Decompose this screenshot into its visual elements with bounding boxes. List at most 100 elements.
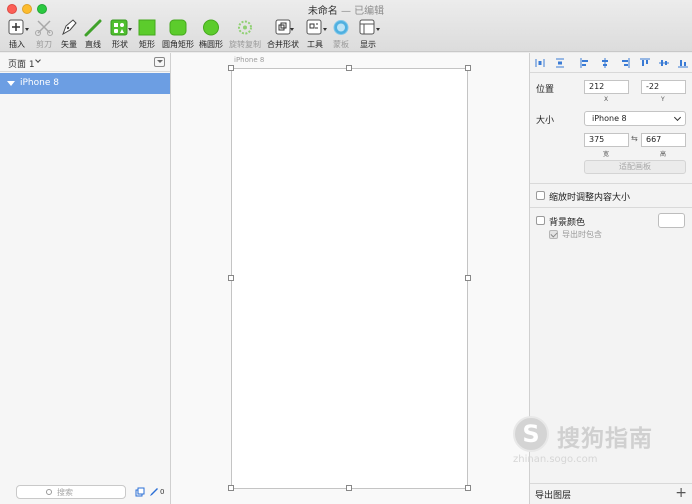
tools-label: 工具 <box>307 40 323 49</box>
oval-button[interactable]: 椭圆形 <box>197 19 225 51</box>
tools-icon <box>306 19 322 35</box>
resize-handle-top-left[interactable] <box>228 65 234 71</box>
distribute-horizontal-icon[interactable] <box>535 58 545 68</box>
window-title: 未命名 — 已编辑 <box>0 2 692 17</box>
watermark: S 搜狗指南 zhinan.sogo.com <box>510 416 685 466</box>
position-y-field[interactable]: -22 <box>641 80 686 94</box>
sogou-logo-icon: S <box>513 416 549 452</box>
shapes-icon <box>110 19 128 36</box>
resize-content-label: 缩放时调整内容大小 <box>549 193 631 203</box>
disclosure-triangle-icon[interactable] <box>7 81 15 86</box>
insert-button[interactable]: 插入 <box>4 19 30 51</box>
tools-button[interactable]: 工具 <box>303 19 327 51</box>
rectangle-label: 矩形 <box>139 40 155 49</box>
chevron-down-icon <box>673 113 682 122</box>
shape-label: 形状 <box>112 40 128 49</box>
page-selector[interactable]: 页面 1 <box>0 53 170 72</box>
edit-brush-icon[interactable] <box>149 487 159 497</box>
search-icon <box>46 489 52 495</box>
height-field[interactable]: 667 <box>641 133 686 147</box>
background-color-swatch[interactable] <box>658 213 685 228</box>
align-middle-vertical-icon[interactable] <box>659 58 669 68</box>
line-label: 直线 <box>85 40 101 49</box>
rectangle-icon <box>138 19 156 36</box>
titlebar: 未命名 — 已编辑 插入 剪刀 矢量 直线 形状 矩形 圆角矩形 椭圆形 旋转复… <box>0 0 692 52</box>
oval-label: 椭圆形 <box>199 40 223 49</box>
artboard-title[interactable]: iPhone 8 <box>234 56 264 64</box>
mask-label: 蒙板 <box>333 40 349 49</box>
position-label: 位置 <box>536 85 555 95</box>
resize-handle-bottom[interactable] <box>346 485 352 491</box>
collapse-pages-icon[interactable] <box>154 57 165 67</box>
vector-label: 矢量 <box>61 40 77 49</box>
rotate-copy-icon <box>238 20 252 35</box>
layer-search-input[interactable]: 搜索 <box>16 485 126 499</box>
export-bar: 导出图层 + <box>530 483 692 504</box>
mask-icon <box>333 20 349 35</box>
display-button[interactable]: 显示 <box>355 19 381 51</box>
constrain-proportions-icon[interactable]: ⇆ <box>631 134 638 143</box>
chevron-down-icon <box>323 28 327 31</box>
resize-content-checkbox[interactable] <box>536 191 545 200</box>
vector-button[interactable]: 矢量 <box>58 19 80 51</box>
resize-handle-right[interactable] <box>465 275 471 281</box>
display-label: 显示 <box>360 40 376 49</box>
combine-shapes-button[interactable]: 合并形状 <box>266 19 300 51</box>
scissors-label: 剪刀 <box>36 40 52 49</box>
export-layer-label[interactable]: 导出图层 <box>535 488 571 501</box>
align-left-icon[interactable] <box>580 58 590 68</box>
pen-icon <box>62 19 77 36</box>
insert-label: 插入 <box>9 40 25 49</box>
watermark-brand: 搜狗指南 <box>557 426 653 452</box>
rounded-rectangle-button[interactable]: 圆角矩形 <box>161 19 195 51</box>
layer-item-artboard[interactable]: iPhone 8 <box>0 73 170 94</box>
chevron-down-icon <box>376 28 380 31</box>
rotate-copy-button[interactable]: 旋转复制 <box>228 19 262 51</box>
search-placeholder: 搜索 <box>57 488 73 497</box>
artboard[interactable] <box>231 68 468 489</box>
align-top-icon[interactable] <box>640 58 650 68</box>
display-icon <box>359 19 375 35</box>
combine-label: 合并形状 <box>267 40 299 49</box>
background-color-label: 背景颜色 <box>549 218 586 228</box>
include-in-export-label: 导出时包含 <box>562 230 602 239</box>
position-x-field[interactable]: 212 <box>584 80 629 94</box>
shape-button[interactable]: 形状 <box>107 19 133 51</box>
preset-value: iPhone 8 <box>592 114 627 123</box>
distribute-vertical-icon[interactable] <box>555 58 565 68</box>
align-bottom-icon[interactable] <box>678 58 688 68</box>
mask-button[interactable]: 蒙板 <box>330 19 352 51</box>
include-in-export-checkbox[interactable] <box>549 230 558 239</box>
divider <box>530 207 692 208</box>
width-label: 宽 <box>603 151 610 158</box>
align-right-icon[interactable] <box>620 58 630 68</box>
resize-handle-top-right[interactable] <box>465 65 471 71</box>
resize-handle-top[interactable] <box>346 65 352 71</box>
layers-sidebar: 页面 1 iPhone 8 搜索 0 <box>0 53 171 504</box>
line-button[interactable]: 直线 <box>82 19 104 51</box>
scissors-icon <box>35 20 53 36</box>
document-name: 未命名 <box>307 6 338 17</box>
y-label: Y <box>661 96 665 103</box>
rectangle-button[interactable]: 矩形 <box>136 19 158 51</box>
watermark-url: zhinan.sogo.com <box>513 454 598 465</box>
symbols-icon[interactable] <box>135 487 145 497</box>
artboard-preset-select[interactable]: iPhone 8 <box>584 111 686 126</box>
fit-artboard-button[interactable]: 适配画板 <box>584 160 686 174</box>
scissors-button[interactable]: 剪刀 <box>33 19 55 51</box>
align-center-horizontal-icon[interactable] <box>600 58 610 68</box>
resize-handle-bottom-right[interactable] <box>465 485 471 491</box>
canvas[interactable]: iPhone 8 <box>171 53 529 504</box>
width-field[interactable]: 375 <box>584 133 629 147</box>
chevron-down-icon <box>128 28 132 31</box>
add-export-button[interactable]: + <box>675 485 687 501</box>
size-label: 大小 <box>536 116 555 126</box>
resize-handle-bottom-left[interactable] <box>228 485 234 491</box>
chevron-down-icon <box>35 57 41 63</box>
chevron-down-icon <box>25 28 29 31</box>
plus-icon <box>8 19 24 35</box>
resize-handle-left[interactable] <box>228 275 234 281</box>
oval-icon <box>203 19 219 36</box>
rounded-rectangle-icon <box>169 19 187 36</box>
background-color-checkbox[interactable] <box>536 216 545 225</box>
